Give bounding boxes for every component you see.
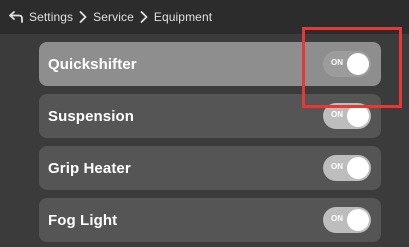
setting-label: Grip Heater xyxy=(48,159,131,177)
toggle-knob xyxy=(347,209,369,231)
fog-light-toggle[interactable]: ON xyxy=(323,207,371,233)
setting-row-fog-light[interactable]: Fog Light ON xyxy=(39,198,381,242)
toggle-knob xyxy=(347,105,369,127)
toggle-state-label: ON xyxy=(331,110,343,119)
setting-label: Fog Light xyxy=(48,211,118,229)
breadcrumb-item-settings[interactable]: Settings xyxy=(29,10,73,24)
grip-heater-toggle[interactable]: ON xyxy=(323,155,371,181)
equipment-settings-list: Quickshifter ON Suspension ON Grip Heate… xyxy=(39,42,381,247)
setting-row-quickshifter[interactable]: Quickshifter ON xyxy=(39,42,381,86)
setting-label: Quickshifter xyxy=(48,55,137,73)
toggle-state-label: ON xyxy=(331,214,343,223)
toggle-state-label: ON xyxy=(331,58,343,67)
quickshifter-toggle[interactable]: ON xyxy=(323,51,371,77)
setting-label: Suspension xyxy=(48,107,135,125)
toggle-knob xyxy=(347,157,369,179)
equipment-settings-screen: Settings Service Equipment Quickshifter … xyxy=(0,0,409,247)
chevron-right-icon xyxy=(79,11,87,23)
chevron-right-icon xyxy=(140,11,148,23)
breadcrumb-item-equipment: Equipment xyxy=(153,10,213,24)
toggle-knob xyxy=(347,53,369,75)
back-arrow-icon[interactable] xyxy=(9,11,23,23)
suspension-toggle[interactable]: ON xyxy=(323,103,371,129)
breadcrumb: Settings Service Equipment xyxy=(0,0,409,34)
toggle-state-label: ON xyxy=(331,162,343,171)
breadcrumb-item-service[interactable]: Service xyxy=(93,10,134,24)
setting-row-grip-heater[interactable]: Grip Heater ON xyxy=(39,146,381,190)
setting-row-suspension[interactable]: Suspension ON xyxy=(39,94,381,138)
